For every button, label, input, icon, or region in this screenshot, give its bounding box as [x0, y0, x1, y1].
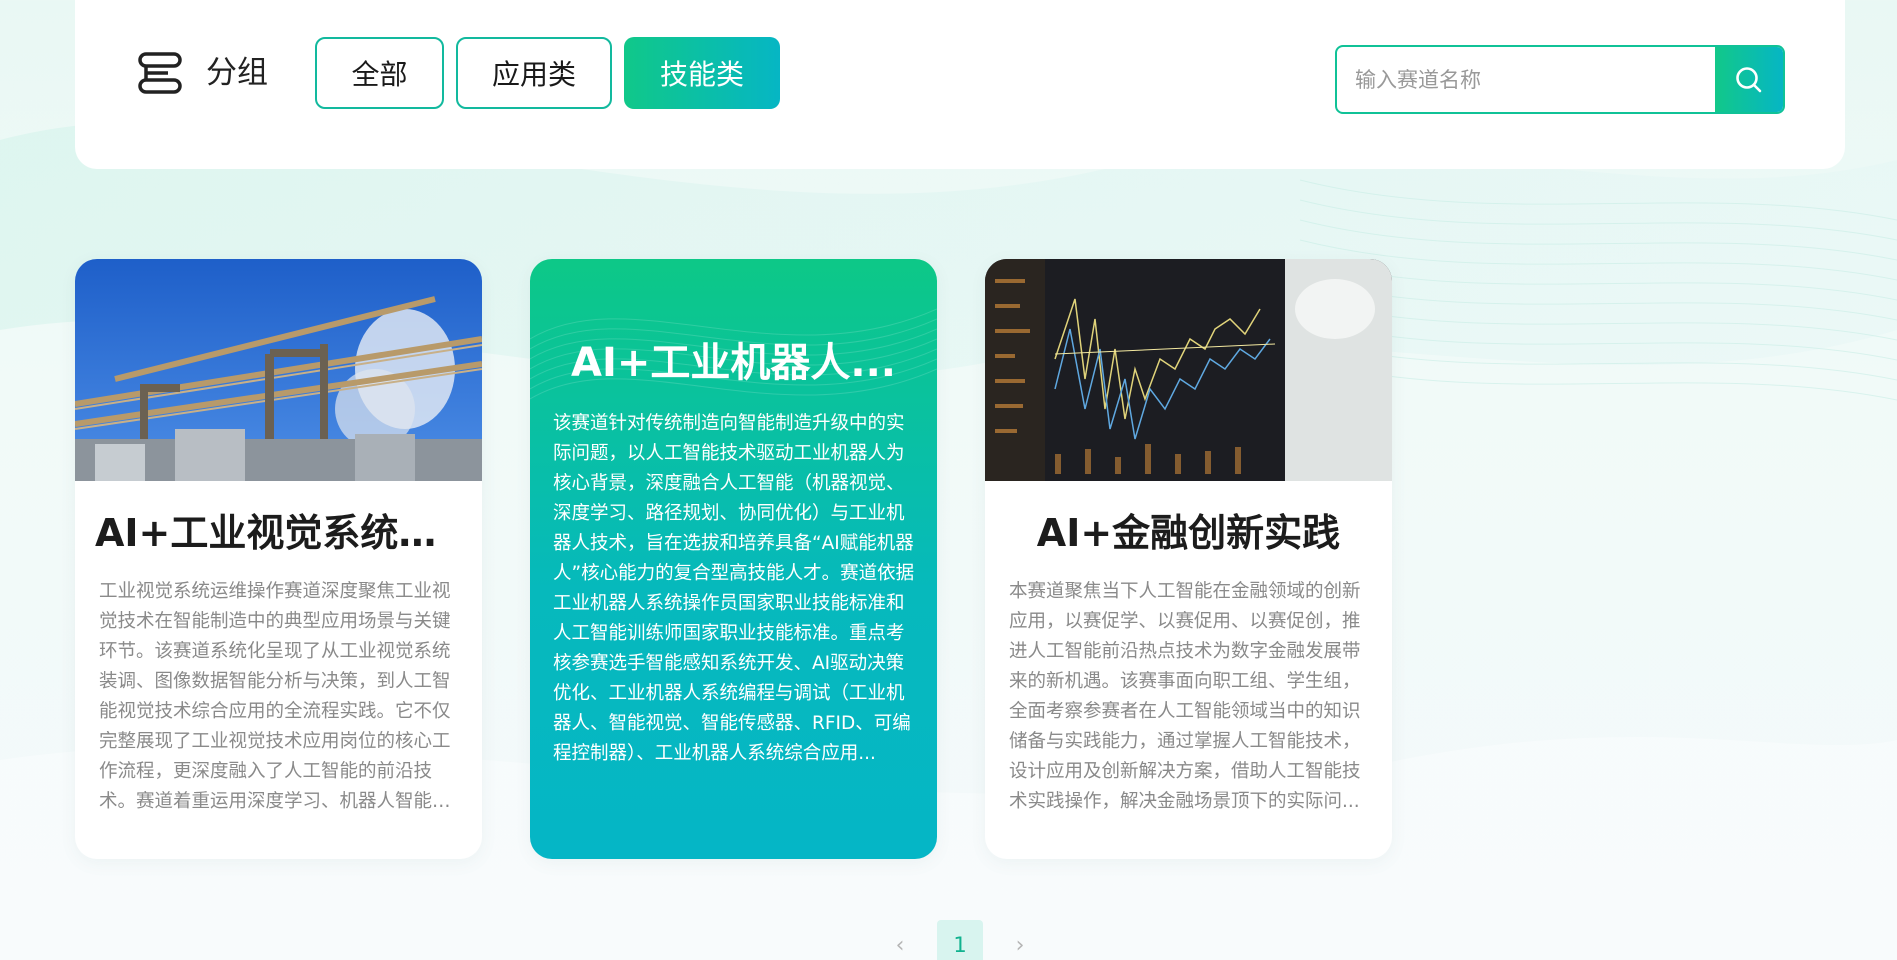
search-icon [1736, 66, 1762, 92]
track-card-industrial-robot[interactable]: AI+工业机器人... 该赛道针对传统制造向智能制造升级中的实际问题，以人工智能… [530, 259, 937, 859]
card-title: AI+工业机器人... [571, 340, 896, 386]
card-description: 本赛道聚焦当下人工智能在金融领域的创新应用，以赛促学、以赛促用、以赛促创，推进人… [1009, 581, 1361, 812]
tab-skill[interactable]: 技能类 [624, 37, 780, 109]
track-card-industrial-vision[interactable]: AI+工业视觉系统运... 工业视觉系统运维操作赛道深度聚焦工业视觉技术在智能制… [75, 259, 482, 859]
search-input[interactable] [1337, 47, 1717, 112]
search-box [1335, 45, 1785, 114]
card-title: AI+金融创新实践 [1036, 511, 1341, 555]
track-card-finance[interactable]: AI+金融创新实践 本赛道聚焦当下人工智能在金融领域的创新应用，以赛促学、以赛促… [985, 259, 1392, 859]
card-description: 工业视觉系统运维操作赛道深度聚焦工业视觉技术在智能制造中的典型应用场景与关键环节… [99, 581, 451, 812]
filter-bar: 分组 全部 应用类 技能类 [75, 0, 1845, 169]
group-icon [138, 52, 182, 94]
industrial-plant-image [75, 259, 482, 481]
card-title: AI+工业视觉系统运... [95, 511, 462, 555]
next-page-button[interactable]: › [1000, 920, 1040, 960]
search-button[interactable] [1715, 47, 1783, 112]
tab-all[interactable]: 全部 [315, 37, 444, 109]
card-description: 该赛道针对传统制造向智能制造升级中的实际问题，以人工智能技术驱动工业机器人为核心… [553, 413, 915, 764]
page-number-1[interactable]: 1 [937, 920, 983, 960]
tab-application[interactable]: 应用类 [456, 37, 612, 109]
stock-chart-image [985, 259, 1392, 481]
prev-page-button[interactable]: ‹ [880, 920, 920, 960]
group-label: 分组 [206, 55, 268, 91]
